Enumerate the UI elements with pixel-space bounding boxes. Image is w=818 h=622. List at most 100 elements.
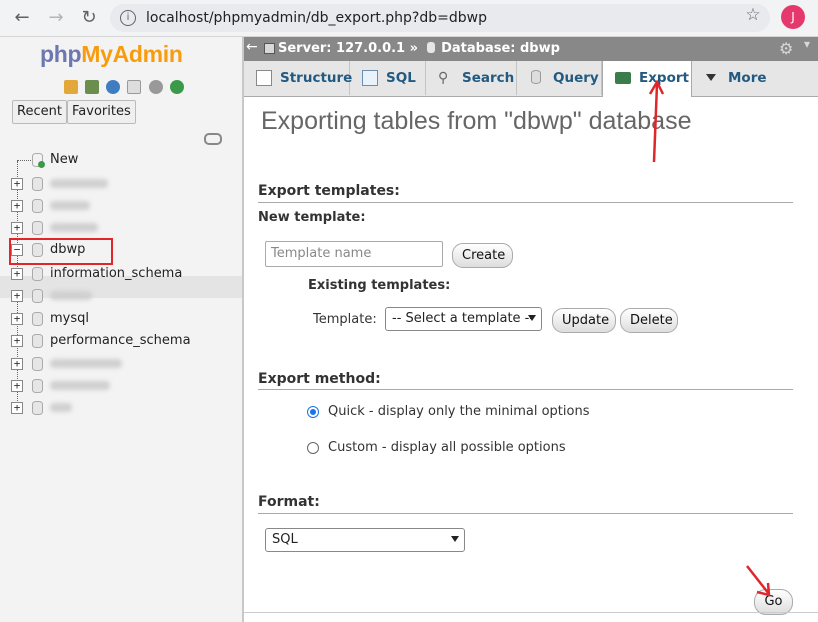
database-icon <box>32 177 43 191</box>
server-breadcrumb-bar: ← Server: 127.0.0.1 » Database: dbwp ⚙ ▾ <box>244 37 818 61</box>
logo-myadmin-text: MyAdmin <box>81 41 183 67</box>
plus-badge-icon <box>38 161 45 168</box>
tab-label: Query <box>553 70 599 86</box>
expand-icon[interactable]: + <box>11 222 23 234</box>
settings-gear-icon[interactable] <box>148 79 163 94</box>
tree-connector <box>17 160 31 161</box>
help-icon[interactable] <box>106 79 121 94</box>
info-icon[interactable]: i <box>120 10 136 26</box>
favorites-tab[interactable]: Favorites <box>67 100 136 124</box>
breadcrumb-server[interactable]: Server: 127.0.0.1 » <box>278 41 418 56</box>
settings-gear-icon[interactable]: ⚙ <box>779 39 793 58</box>
expand-icon[interactable]: + <box>11 358 23 370</box>
main-tab-bar: Structure SQL ⚲ Search Query Export More <box>244 61 818 97</box>
annotation-highlight-box <box>9 238 113 265</box>
reload-navigation-icon[interactable] <box>169 79 184 94</box>
chevron-down-icon <box>451 536 459 542</box>
divider <box>244 612 818 613</box>
expand-icon[interactable]: + <box>11 268 23 280</box>
expand-icon[interactable]: + <box>11 290 23 302</box>
blurred-database-name <box>50 179 108 188</box>
tree-database-mysql[interactable]: + mysql <box>0 308 242 330</box>
export-icon <box>615 72 631 84</box>
database-icon <box>32 312 43 326</box>
chevron-down-icon <box>706 74 716 81</box>
database-icon <box>32 379 43 393</box>
tree-database-row[interactable]: + <box>0 173 242 195</box>
expand-icon[interactable]: + <box>11 380 23 392</box>
breadcrumb-database[interactable]: Database: dbwp <box>441 41 560 56</box>
expand-icon[interactable]: + <box>11 335 23 347</box>
collapse-navigation-icon[interactable]: ← <box>246 39 258 55</box>
tab-query[interactable]: Query <box>517 61 602 95</box>
reload-icon[interactable]: ↻ <box>78 7 100 29</box>
forward-icon[interactable]: → <box>45 7 67 29</box>
server-icon <box>264 43 275 54</box>
tree-database-row[interactable]: + <box>0 217 242 239</box>
back-icon[interactable]: ← <box>11 7 33 29</box>
url-text[interactable]: localhost/phpmyadmin/db_export.php?db=db… <box>146 10 487 26</box>
address-bar[interactable]: i localhost/phpmyadmin/db_export.php?db=… <box>110 4 770 32</box>
blurred-database-name <box>50 359 122 368</box>
template-select[interactable]: -- Select a template -- <box>385 307 542 331</box>
tab-sql[interactable]: SQL <box>350 61 426 95</box>
query-icon <box>531 70 541 84</box>
database-icon <box>32 357 43 371</box>
search-icon: ⚲ <box>438 70 449 86</box>
navigation-panel: phpMyAdmin Recent Favorites New + + + − d… <box>0 37 244 622</box>
link-with-main-panel-icon[interactable] <box>204 133 222 145</box>
tree-database-information-schema[interactable]: + information_schema <box>0 263 242 285</box>
expand-icon[interactable]: + <box>11 402 23 414</box>
tree-database-row[interactable]: + <box>0 397 242 419</box>
phpmyadmin-logo[interactable]: phpMyAdmin <box>40 41 183 68</box>
tree-database-performance-schema[interactable]: + performance_schema <box>0 330 242 352</box>
expand-icon[interactable]: + <box>11 313 23 325</box>
profile-avatar[interactable]: J <box>781 5 805 29</box>
database-icon <box>32 401 43 415</box>
tab-label: Search <box>462 70 515 86</box>
quick-method-radio[interactable] <box>307 406 319 418</box>
blurred-database-name <box>50 291 92 300</box>
database-icon <box>32 199 43 213</box>
template-name-input[interactable]: Template name <box>265 241 443 267</box>
logout-icon[interactable] <box>85 79 100 94</box>
tree-item-label: New <box>50 152 79 167</box>
tab-search[interactable]: ⚲ Search <box>426 61 517 95</box>
delete-template-button[interactable]: Delete <box>620 308 678 333</box>
tab-more[interactable]: More <box>692 61 782 95</box>
menu-arrow-icon[interactable]: ▾ <box>804 37 810 51</box>
tree-item-new[interactable]: New <box>0 149 242 171</box>
template-label: Template: <box>313 312 377 327</box>
recent-tab[interactable]: Recent <box>12 100 67 124</box>
custom-method-label[interactable]: Custom - display all possible options <box>328 440 566 455</box>
logo-php-text: php <box>40 41 82 67</box>
documentation-icon[interactable] <box>127 79 142 94</box>
tree-database-row[interactable]: + <box>0 353 242 375</box>
tab-label: More <box>728 70 767 86</box>
tab-structure[interactable]: Structure <box>244 61 353 95</box>
select-value: SQL <box>272 532 298 547</box>
tab-label: Structure <box>280 70 353 86</box>
blurred-database-name <box>50 381 110 390</box>
tree-database-row[interactable]: + <box>0 375 242 397</box>
bookmark-star-icon[interactable]: ☆ <box>744 6 762 24</box>
divider <box>258 513 793 514</box>
home-icon[interactable] <box>64 79 78 94</box>
sql-icon <box>362 70 378 86</box>
tree-database-row[interactable]: + <box>0 285 242 307</box>
annotation-arrow-export <box>648 79 665 163</box>
quick-icons <box>64 79 187 95</box>
tree-database-row[interactable]: + <box>0 195 242 217</box>
expand-icon[interactable]: + <box>11 200 23 212</box>
main-panel: Exporting tables from "dbwp" database Ex… <box>244 97 818 622</box>
custom-method-radio[interactable] <box>307 442 319 454</box>
create-template-button[interactable]: Create <box>452 243 513 268</box>
export-method-heading: Export method: <box>258 371 381 387</box>
tab-label: SQL <box>386 70 416 86</box>
quick-method-label[interactable]: Quick - display only the minimal options <box>328 404 590 419</box>
update-template-button[interactable]: Update <box>552 308 616 333</box>
divider <box>258 389 793 390</box>
format-select[interactable]: SQL <box>265 528 465 552</box>
expand-icon[interactable]: + <box>11 178 23 190</box>
blurred-database-name <box>50 403 72 412</box>
